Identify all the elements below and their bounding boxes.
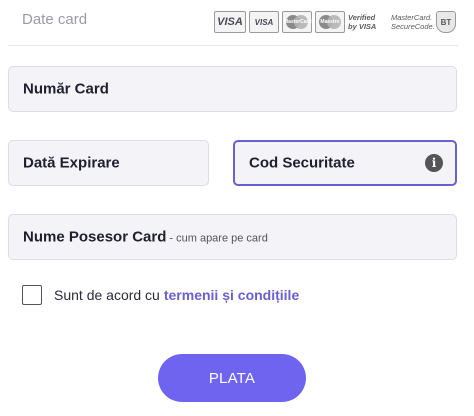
security-code-field[interactable]: Cod Securitate i xyxy=(233,140,457,186)
header-divider xyxy=(8,45,458,46)
mastercard-securecode-logo: MasterCard. SecureCode. xyxy=(391,13,435,31)
terms-agreement: Sunt de acord cu termenii și condițiile xyxy=(22,285,299,305)
visa-logo: VISA xyxy=(214,11,246,33)
card-logos: VISA VISA MasterCard Maestro Verified by… xyxy=(214,11,456,33)
info-icon[interactable]: i xyxy=(425,154,443,172)
expiry-date-field[interactable]: Dată Expirare xyxy=(8,140,209,186)
verified-by-visa-logo: Verified by VISA xyxy=(348,13,377,31)
visa-electron-logo: VISA xyxy=(249,11,279,33)
section-title: Date card xyxy=(22,11,88,28)
bt-logo: BT xyxy=(436,11,456,33)
mastercard-logo: MasterCard xyxy=(282,11,312,33)
card-number-field[interactable]: Număr Card xyxy=(8,66,457,112)
card-data-header: Date card VISA VISA MasterCard Maestro V… xyxy=(0,0,474,46)
terms-checkbox[interactable] xyxy=(22,285,42,305)
pay-button[interactable]: PLATA xyxy=(158,354,306,402)
terms-link[interactable]: termenii și condițiile xyxy=(164,287,299,303)
cardholder-name-hint: - cum apare pe card xyxy=(169,232,268,245)
maestro-logo: Maestro xyxy=(315,11,345,33)
card-number-label: Număr Card xyxy=(23,80,109,98)
terms-text: Sunt de acord cu termenii și condițiile xyxy=(54,287,300,303)
expiry-date-label: Dată Expirare xyxy=(23,154,120,172)
security-code-label: Cod Securitate xyxy=(249,154,355,172)
cardholder-name-field[interactable]: Nume Posesor Card - cum apare pe card xyxy=(8,214,457,260)
cardholder-name-label: Nume Posesor Card - cum apare pe card xyxy=(23,228,268,246)
